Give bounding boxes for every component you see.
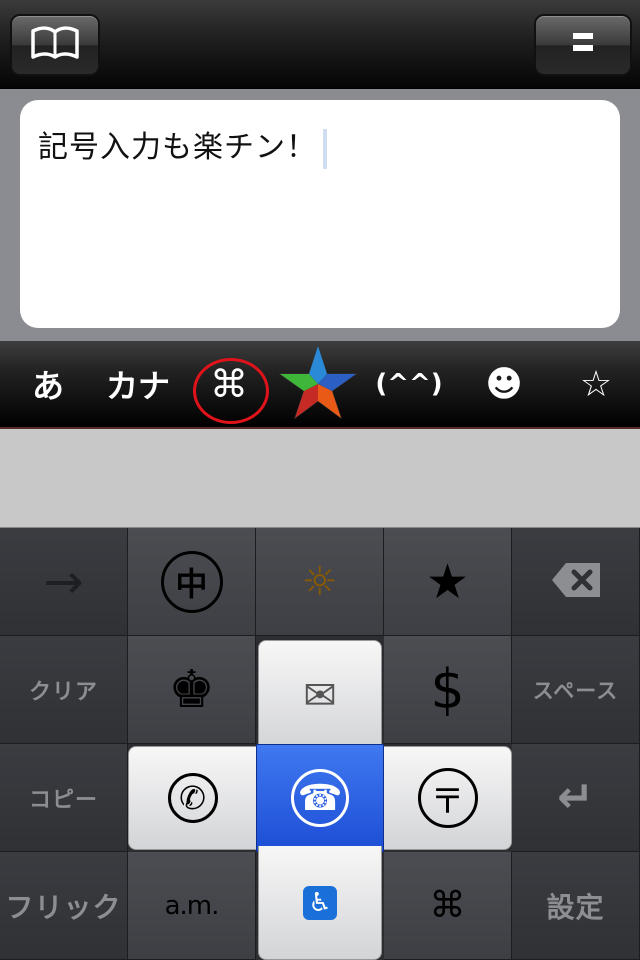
- key-space-label: スペース: [532, 678, 619, 703]
- backspace-icon: [550, 561, 602, 603]
- colorful-star-icon: [278, 344, 358, 424]
- key-telephone-active[interactable]: ☎: [256, 744, 384, 852]
- flick-up-mail-label: ✉: [303, 672, 337, 719]
- key-return[interactable]: ↵: [512, 744, 640, 852]
- key-arrow-right-label: →: [43, 553, 84, 610]
- key-chess-king[interactable]: ♚: [128, 636, 256, 744]
- menu-icon: [572, 31, 594, 59]
- key-settings[interactable]: 設定: [512, 852, 640, 960]
- top-bar: [0, 0, 640, 89]
- key-command-label: ⌘: [429, 885, 466, 926]
- key-telephone-label: ☎: [291, 769, 349, 827]
- key-star[interactable]: ★: [384, 528, 512, 636]
- mode-favorites[interactable]: ☆: [560, 341, 632, 427]
- key-naka-label: 中: [160, 550, 223, 613]
- key-dollar-label: $: [430, 658, 465, 721]
- key-arrow-right[interactable]: →: [0, 528, 128, 636]
- key-settings-label: 設定: [546, 890, 605, 924]
- bookmarks-button[interactable]: [10, 14, 100, 76]
- flick-right-postal-label: 〒: [417, 768, 478, 828]
- mode-hiragana-label: あ: [31, 367, 64, 405]
- flick-left-phone[interactable]: ✆: [128, 746, 256, 850]
- key-copy-label: コピー: [28, 787, 98, 813]
- mode-emoticon-label: (^^): [375, 369, 443, 399]
- text-editor[interactable]: 記号入力も楽チン！: [20, 100, 620, 328]
- wheelchair-icon: ♿: [303, 885, 337, 920]
- flick-right-postal[interactable]: 〒: [384, 746, 512, 850]
- key-sun-label: ☼: [301, 558, 338, 605]
- key-copy[interactable]: コピー: [0, 744, 128, 852]
- mode-favorites-label: ☆: [579, 363, 613, 405]
- key-dollar[interactable]: $: [384, 636, 512, 744]
- book-icon: [29, 25, 81, 65]
- key-naka[interactable]: 中: [128, 528, 256, 636]
- selected-mode-highlight: [193, 358, 269, 424]
- mode-hiragana[interactable]: あ: [14, 341, 82, 427]
- key-am[interactable]: a.m.: [128, 852, 256, 960]
- mode-emoticon[interactable]: (^^): [368, 341, 450, 427]
- key-backspace[interactable]: [512, 528, 640, 636]
- mode-katakana-label: カナ: [105, 367, 170, 405]
- mode-special[interactable]: [276, 341, 360, 427]
- mode-katakana[interactable]: カナ: [100, 341, 176, 427]
- key-command[interactable]: ⌘: [384, 852, 512, 960]
- key-clear-label: クリア: [28, 679, 98, 705]
- key-sun[interactable]: ☼: [256, 528, 384, 636]
- key-return-label: ↵: [557, 772, 594, 823]
- candidate-bar: [0, 429, 640, 528]
- menu-button[interactable]: [534, 14, 632, 76]
- mode-emoji-label: ☻: [485, 363, 523, 405]
- mode-emoji[interactable]: ☻: [470, 341, 538, 427]
- flick-up-mail[interactable]: ✉: [258, 640, 382, 750]
- key-flick-toggle[interactable]: フリック: [0, 852, 128, 960]
- text-caret: [323, 128, 327, 169]
- key-star-label: ★: [425, 553, 470, 610]
- flick-left-phone-label: ✆: [167, 773, 218, 823]
- key-flick-toggle-label: フリック: [5, 890, 122, 924]
- input-mode-bar: あ カナ ⌘ (^^) ☻ ☆: [0, 341, 640, 429]
- key-clear[interactable]: クリア: [0, 636, 128, 744]
- key-chess-king-label: ♚: [168, 659, 215, 720]
- key-am-label: a.m.: [164, 890, 220, 921]
- key-space[interactable]: スペース: [512, 636, 640, 744]
- flick-keyboard: → 中 ☼ ★ クリア ♚ ✉ $ スペース コピー ✆ ☎ 〒 ↵ フリック …: [0, 528, 640, 960]
- editor-text: 記号入力も楽チン！: [38, 130, 317, 165]
- flick-down-wheelchair[interactable]: ♿: [258, 846, 382, 960]
